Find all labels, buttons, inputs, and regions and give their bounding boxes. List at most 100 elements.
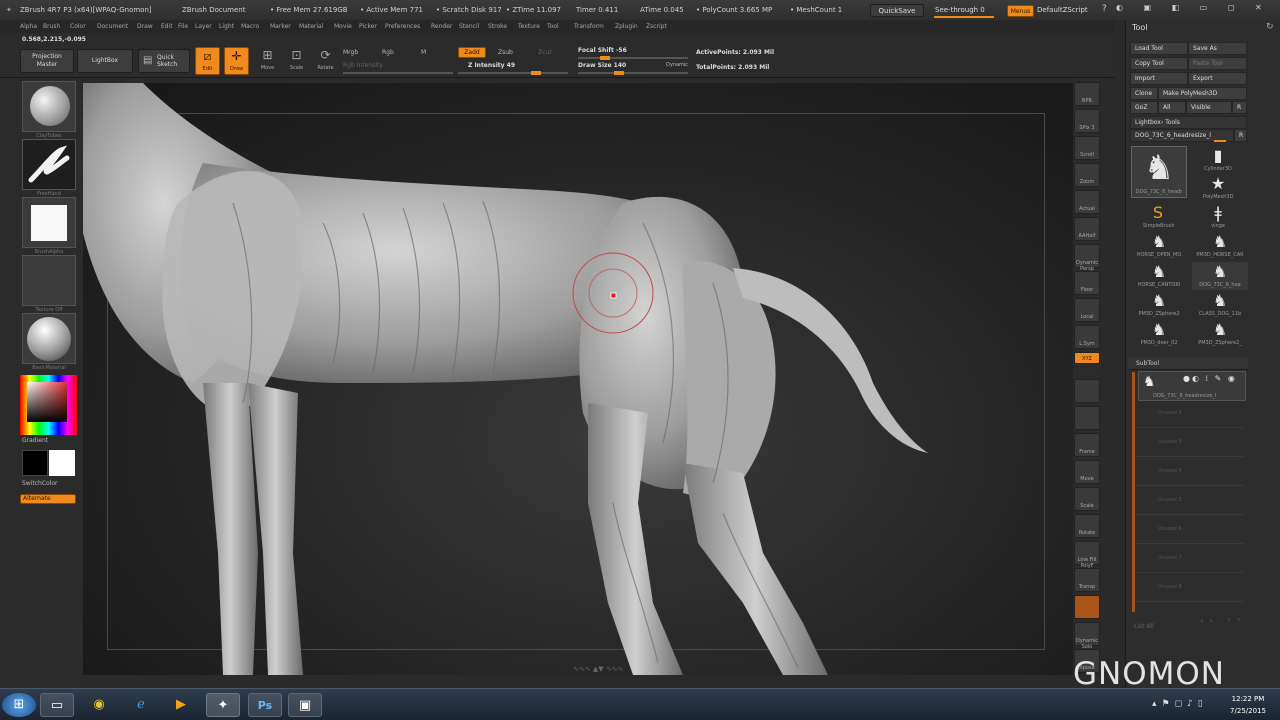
stroke-selector[interactable]: FreeHand xyxy=(22,139,76,197)
move-button[interactable]: ⊞ Move xyxy=(255,47,280,75)
goz-all-button[interactable]: All xyxy=(1158,101,1186,114)
help-icon[interactable]: ? xyxy=(1102,4,1107,14)
color-square[interactable] xyxy=(27,382,67,422)
right-tool-l-sym[interactable]: L.Sym xyxy=(1074,325,1100,349)
right-tool-scale[interactable]: Scale xyxy=(1074,487,1100,511)
menu-file[interactable]: File xyxy=(178,23,188,30)
export-button[interactable]: Export xyxy=(1188,72,1247,85)
tool-thumb-dog-73c-6-hea[interactable]: ♞ DOG_73C_6_hea xyxy=(1192,262,1248,290)
clock-date[interactable]: 7/25/2015 xyxy=(1228,707,1268,715)
mrgb-toggle[interactable]: Mrgb xyxy=(343,49,358,56)
edit-button[interactable]: ⧄ Edit xyxy=(195,47,220,75)
menu-transform[interactable]: Transform xyxy=(574,23,604,30)
primary-color-swatch[interactable] xyxy=(49,450,75,476)
tool-thumb-cylinder3d[interactable]: ▮ Cylinder3D xyxy=(1203,146,1233,174)
material-selector[interactable]: BasicMaterial xyxy=(22,313,76,371)
tool-thumb-pm3d-zsphere2-[interactable]: ♞ PM3D_ZSphere2_ xyxy=(1192,320,1248,348)
tool-panel-header[interactable]: Tool xyxy=(1132,23,1148,32)
zsub-toggle[interactable]: Zsub xyxy=(498,49,513,56)
load-tool-button[interactable]: Load Tool xyxy=(1130,42,1188,55)
clock-time[interactable]: 12:22 PM xyxy=(1228,695,1268,703)
right-tool-blank-19[interactable] xyxy=(1074,595,1100,619)
menu-draw[interactable]: Draw xyxy=(137,23,153,30)
menu-texture[interactable]: Texture xyxy=(518,23,540,30)
tool-thumb-dog-73c-6-headr[interactable]: ♞ DOG_73C_6_headr xyxy=(1131,146,1187,198)
subtool-header[interactable]: SubTool xyxy=(1128,358,1248,370)
rgb-toggle[interactable]: Rgb xyxy=(382,49,394,56)
current-tool-r-button[interactable]: R xyxy=(1234,129,1247,142)
right-tool-zoom[interactable]: Zoom xyxy=(1074,163,1100,187)
rgb-intensity-slider[interactable]: Rgb Intensity xyxy=(343,62,383,69)
focal-shift-slider[interactable]: Focal Shift -56 xyxy=(578,47,627,54)
photoshop-taskbar-icon[interactable]: Ps xyxy=(248,693,282,717)
goz-r-button[interactable]: R xyxy=(1232,101,1247,114)
window-taskbar-icon[interactable]: ▣ xyxy=(288,693,322,717)
menu-zplugin[interactable]: Zplugin xyxy=(615,23,638,30)
menus-toggle[interactable]: Menus xyxy=(1007,5,1034,17)
goz-button[interactable]: GoZ xyxy=(1130,101,1158,114)
switch-color-button[interactable]: SwitchColor xyxy=(22,480,58,487)
tool-thumb-vinge[interactable]: ǂ vinge xyxy=(1203,203,1233,231)
subtool-slot[interactable]: Unused 6 xyxy=(1136,518,1244,544)
right-tool-aahalf[interactable]: AAHalf xyxy=(1074,217,1100,241)
right-tool-spix-3[interactable]: SPix 3 xyxy=(1074,109,1100,133)
tool-thumb-simplebrush[interactable]: S SimpleBrush xyxy=(1143,203,1175,231)
brush-selector[interactable]: ClayTubes xyxy=(22,81,76,139)
menu-macro[interactable]: Macro xyxy=(241,23,259,30)
window-controls[interactable]: ◐ ▣ ◧ ▭ ◻ ✕ xyxy=(1116,3,1276,17)
menu-document[interactable]: Document xyxy=(97,23,128,30)
secondary-color-swatch[interactable] xyxy=(22,450,48,476)
menu-material[interactable]: Material xyxy=(299,23,323,30)
zbrush-taskbar-icon[interactable]: ✦ xyxy=(206,693,240,717)
gradient-label[interactable]: Gradient xyxy=(22,437,48,444)
tool-thumb-horse-cantori[interactable]: ♞ HORSE_CANTORI xyxy=(1131,262,1187,290)
media-player-taskbar-icon[interactable]: ▶ xyxy=(164,693,198,717)
tool-thumb-pm3d-horse-car[interactable]: ♞ PM3D_HORSE_CAR xyxy=(1192,232,1248,260)
explorer-taskbar-icon[interactable]: ▭ xyxy=(40,693,74,717)
right-tool-xyz[interactable]: XYZ xyxy=(1074,352,1100,364)
quicksave-button[interactable]: QuickSave xyxy=(870,4,924,17)
copy-tool-button[interactable]: Copy Tool xyxy=(1130,57,1188,70)
right-tool-floor[interactable]: Floor xyxy=(1074,271,1100,295)
menu-edit[interactable]: Edit xyxy=(161,23,173,30)
color-picker[interactable] xyxy=(20,375,77,435)
panel-refresh-icon[interactable]: ↻ xyxy=(1266,22,1274,32)
tool-thumb-polymesh3d[interactable]: ★ PolyMesh3D xyxy=(1203,174,1233,202)
chrome-taskbar-icon[interactable]: ◉ xyxy=(82,693,116,717)
scale-button[interactable]: ⊡ Scale xyxy=(284,47,309,75)
menu-picker[interactable]: Picker xyxy=(359,23,377,30)
right-tool-move[interactable]: Move xyxy=(1074,460,1100,484)
subtool-slot[interactable]: Unused 2 xyxy=(1136,402,1244,428)
menu-zscript[interactable]: Zscript xyxy=(646,23,667,30)
rotate-button[interactable]: ⟳ Rotate xyxy=(313,47,338,75)
zadd-toggle[interactable]: Zadd xyxy=(458,47,486,58)
draw-button[interactable]: ✛ Draw xyxy=(224,47,249,75)
texture-selector[interactable]: Texture Off xyxy=(22,255,76,313)
menu-color[interactable]: Color xyxy=(70,23,86,30)
menu-brush[interactable]: Brush xyxy=(43,23,60,30)
right-tool-local[interactable]: Local xyxy=(1074,298,1100,322)
menu-preferences[interactable]: Preferences xyxy=(385,23,420,30)
tool-thumb-pm3d-zsphere2[interactable]: ♞ PM3D_ZSphere2 xyxy=(1131,291,1187,319)
menu-tool[interactable]: Tool xyxy=(547,23,559,30)
menu-marker[interactable]: Marker xyxy=(270,23,291,30)
subtool-slot[interactable]: Unused 3 xyxy=(1136,431,1244,457)
draw-size-slider[interactable]: Draw Size 140 xyxy=(578,62,626,69)
clone-button[interactable]: Clone xyxy=(1130,87,1158,100)
default-zscript[interactable]: DefaultZScript xyxy=(1037,6,1088,14)
start-button-icon[interactable]: ⊞ xyxy=(2,693,36,717)
right-tool-scroll[interactable]: Scroll xyxy=(1074,136,1100,160)
tool-thumb-horse-open-mo[interactable]: ♞ HORSE_OPEN_MO xyxy=(1131,232,1187,260)
import-button[interactable]: Import xyxy=(1130,72,1188,85)
paste-tool-button[interactable]: Paste Tool xyxy=(1188,57,1247,70)
menu-layer[interactable]: Layer xyxy=(195,23,212,30)
projection-master-button[interactable]: Projection Master xyxy=(20,49,74,73)
alpha-selector[interactable]: BrushAlpha xyxy=(22,197,76,255)
lightbox-tools-button[interactable]: Lightbox› Tools xyxy=(1130,116,1247,129)
make-polymesh-button[interactable]: Make PolyMesh3D xyxy=(1158,87,1247,100)
menu-render[interactable]: Render xyxy=(431,23,452,30)
system-tray-icons[interactable]: ▴⚑◻♪▯ xyxy=(1152,699,1208,709)
tool-thumb-class-dog-11b[interactable]: ♞ CLASS_DOG_11b xyxy=(1192,291,1248,319)
menu-alpha[interactable]: Alpha xyxy=(20,23,37,30)
subtool-slot[interactable]: Unused 7 xyxy=(1136,547,1244,573)
